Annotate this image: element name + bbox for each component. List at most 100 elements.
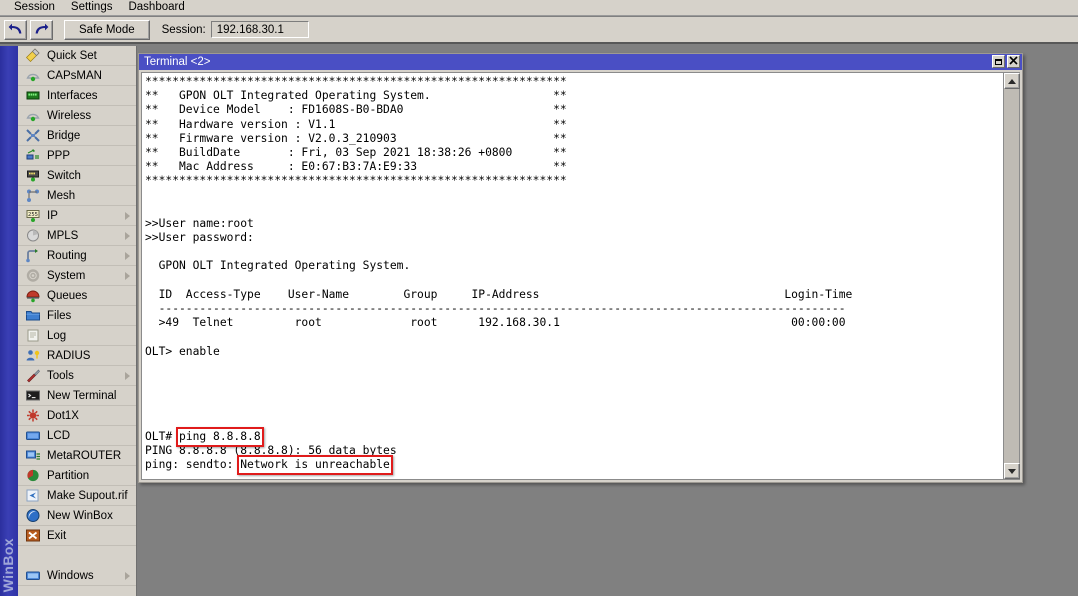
terminal-line-ping-error: ping: sendto: Network is unreachable — [145, 458, 1003, 472]
sidebar-item-queues[interactable]: Queues — [18, 286, 136, 306]
menu-item-dashboard[interactable]: Dashboard — [120, 0, 192, 15]
chevron-right-icon — [125, 252, 130, 260]
partition-icon — [24, 468, 42, 484]
safe-mode-button[interactable]: Safe Mode — [64, 20, 150, 40]
scroll-up-button[interactable] — [1004, 73, 1020, 89]
terminal-line: ** Firmware version : V2.0.3_210903 ** — [145, 132, 1003, 146]
sidebar-item-label: Quick Set — [47, 50, 97, 62]
sidebar-item-label: MPLS — [47, 230, 78, 242]
redo-button[interactable] — [30, 20, 53, 40]
terminal-line: ** Device Model : FD1608S-B0-BDA0 ** — [145, 103, 1003, 117]
routing-icon — [24, 248, 42, 264]
ip-255-icon: 255 — [24, 208, 42, 224]
menu-item-settings[interactable]: Settings — [63, 0, 121, 15]
terminal-line: >>User name:root — [145, 217, 1003, 231]
sidebar-item-wireless[interactable]: Wireless — [18, 106, 136, 126]
interfaces-icon — [24, 88, 42, 104]
sidebar-item-new-winbox[interactable]: New WinBox — [18, 506, 136, 526]
sidebar-item-metarouter[interactable]: MetaROUTER — [18, 446, 136, 466]
sidebar-item-switch[interactable]: Switch — [18, 166, 136, 186]
winbox-icon — [24, 508, 42, 524]
winbox-app: Session Settings Dashboard Safe Mode Ses… — [0, 0, 1078, 596]
sidebar-item-label: Tools — [47, 370, 74, 382]
sidebar-item-label: MetaROUTER — [47, 450, 121, 462]
lcd-icon — [24, 428, 42, 444]
windows-icon — [24, 568, 42, 584]
terminal-prompt: OLT# — [145, 430, 179, 443]
exit-icon — [24, 528, 42, 544]
sidebar-item-tools[interactable]: Tools — [18, 366, 136, 386]
terminal-icon — [24, 388, 42, 404]
sidebar-item-files[interactable]: Files — [18, 306, 136, 326]
log-icon — [24, 328, 42, 344]
sidebar-item-label: New WinBox — [47, 510, 113, 522]
folder-icon — [24, 308, 42, 324]
chevron-right-icon — [125, 272, 130, 280]
session-value[interactable]: 192.168.30.1 — [211, 21, 309, 38]
sidebar-item-lcd[interactable]: LCD — [18, 426, 136, 446]
sidebar-item-capsman[interactable]: CAPsMAN — [18, 66, 136, 86]
maximize-box-icon — [995, 59, 1002, 65]
terminal-line — [145, 203, 1003, 217]
terminal-line-ping-command: OLT# ping 8.8.8.8 — [145, 430, 1003, 444]
sidebar-item-mesh[interactable]: Mesh — [18, 186, 136, 206]
menu-item-session[interactable]: Session — [6, 0, 63, 15]
undo-button[interactable] — [4, 20, 27, 40]
maximize-button[interactable] — [992, 55, 1005, 68]
terminal-line — [145, 472, 1003, 479]
sidebar-item-log[interactable]: Log — [18, 326, 136, 346]
terminal-line — [145, 401, 1003, 415]
sidebar-item-system[interactable]: System — [18, 266, 136, 286]
terminal-line: ID Access-Type User-Name Group IP-Addres… — [145, 288, 1003, 302]
sidebar-item-quick-set[interactable]: Quick Set — [18, 46, 136, 66]
menu-bar: Session Settings Dashboard — [0, 0, 1078, 16]
sidebar-item-new-terminal[interactable]: New Terminal — [18, 386, 136, 406]
sidebar-item-routing[interactable]: Routing — [18, 246, 136, 266]
scroll-up-arrow-icon — [1008, 79, 1016, 84]
antenna-icon — [24, 108, 42, 124]
session-label: Session: — [162, 24, 206, 36]
terminal-line: >>User password: — [145, 231, 1003, 245]
sidebar-item-dot1x[interactable]: Dot1X — [18, 406, 136, 426]
sidebar-item-make-supout-rif[interactable]: Make Supout.rif — [18, 486, 136, 506]
sidebar-item-label: RADIUS — [47, 350, 90, 362]
scroll-down-button[interactable] — [1004, 463, 1020, 479]
terminal-line: ----------------------------------------… — [145, 302, 1003, 316]
sidebar-item-bridge[interactable]: Bridge — [18, 126, 136, 146]
sidebar-item-windows[interactable]: Windows — [18, 566, 136, 586]
sidebar-item-ip[interactable]: 255IP — [18, 206, 136, 226]
svg-text:255: 255 — [28, 212, 38, 218]
terminal-line — [145, 359, 1003, 373]
switch-icon — [24, 168, 42, 184]
terminal-output[interactable]: ****************************************… — [142, 73, 1003, 479]
sidebar-item-label: Routing — [47, 250, 87, 262]
sidebar-item-ppp[interactable]: PPP — [18, 146, 136, 166]
tools-icon — [24, 368, 42, 384]
radius-icon — [24, 348, 42, 364]
sidebar-item-label: PPP — [47, 150, 70, 162]
sidebar-item-label: Files — [47, 310, 71, 322]
sidebar-item-mpls[interactable]: MPLS — [18, 226, 136, 246]
terminal-scrollbar[interactable] — [1003, 73, 1019, 479]
bridge-icon — [24, 128, 42, 144]
sidebar-item-exit[interactable]: Exit — [18, 526, 136, 546]
terminal-line: ** GPON OLT Integrated Operating System.… — [145, 89, 1003, 103]
undo-arrow-icon — [8, 23, 23, 36]
sidebar-item-partition[interactable]: Partition — [18, 466, 136, 486]
dot1x-icon — [24, 408, 42, 424]
terminal-line-ping-result: PING 8.8.8.8 (8.8.8.8): 56 data bytes — [145, 444, 1003, 458]
gear-icon — [24, 268, 42, 284]
terminal-titlebar[interactable]: Terminal <2> — [139, 54, 1022, 70]
annotation-network-unreachable: Network is unreachable — [240, 458, 390, 472]
mpls-icon — [24, 228, 42, 244]
sidebar-item-radius[interactable]: RADIUS — [18, 346, 136, 366]
window-controls — [992, 55, 1020, 68]
ppp-icon — [24, 148, 42, 164]
sidebar-item-label: Windows — [47, 570, 94, 582]
terminal-line: ****************************************… — [145, 174, 1003, 188]
scrollbar-track[interactable] — [1004, 89, 1019, 463]
sidebar-item-label: Bridge — [47, 130, 80, 142]
close-button[interactable] — [1007, 55, 1020, 68]
sidebar-item-label: Exit — [47, 530, 66, 542]
sidebar-item-interfaces[interactable]: Interfaces — [18, 86, 136, 106]
